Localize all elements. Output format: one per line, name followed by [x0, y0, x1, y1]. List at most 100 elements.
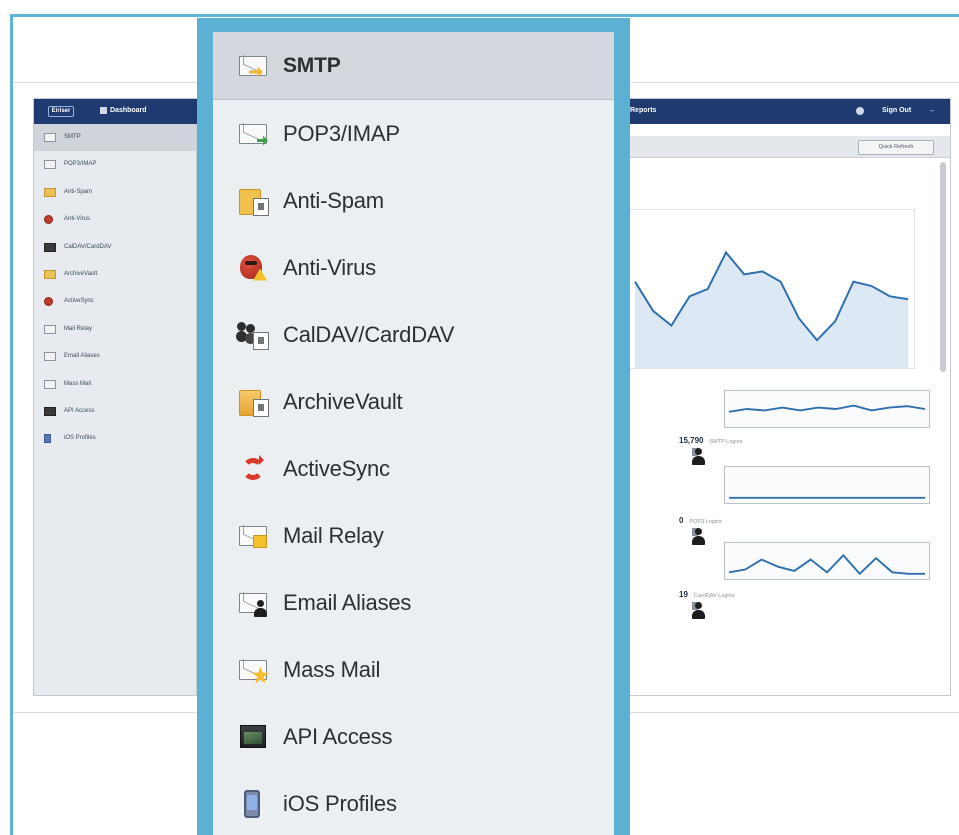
app-sidebar-label: Mail Relay [64, 325, 93, 332]
sign-out-arrow-icon: → [928, 107, 935, 114]
sync-icon [44, 297, 53, 307]
menu-item-anti-virus[interactable]: Anti-Virus [213, 234, 614, 301]
menu-item-label: Mail Relay [283, 522, 384, 548]
phone-icon [44, 434, 51, 444]
app-sidebar-label: API Access [64, 407, 95, 414]
menu-item-label: POP3/IMAP [283, 120, 400, 146]
app-sidebar-label: iOS Profiles [64, 435, 96, 442]
app-sidebar-label: Anti-Spam [64, 188, 93, 195]
relay-icon [44, 324, 56, 334]
menu-item-mail-relay[interactable]: Mail Relay [213, 502, 614, 569]
app-sidebar-label: ArchiveVault [64, 270, 98, 277]
ios-profiles-icon [237, 789, 271, 819]
app-sidebar-item-pop3[interactable]: POP3/IMAP [34, 151, 196, 178]
menu-item-label: CalDAV/CardDAV [283, 321, 455, 347]
smtp-logins-mini-chart [724, 390, 930, 428]
app-sidebar-label: Anti-Virus [64, 216, 90, 223]
pop3-envelope-icon [44, 160, 56, 170]
app-sidebar-label: SMTP [64, 134, 81, 140]
user-icon [692, 448, 705, 465]
smtp-icon [237, 51, 271, 81]
carddav-logins-label: CardDAV Logins [693, 593, 735, 599]
scrollbar[interactable] [940, 162, 946, 372]
menu-item-label: Anti-Spam [283, 187, 384, 213]
carddav-logins-stat: 19 CardDAV Logins [675, 590, 735, 619]
app-sidebar-item-email-aliases[interactable]: Email Aliases [34, 343, 196, 370]
mini-trend-2-line [728, 553, 926, 576]
menu-item-mass-mail[interactable]: Mass Mail [213, 636, 614, 703]
reports-link[interactable]: Reports [630, 107, 656, 114]
bug-icon [44, 215, 53, 225]
sign-out-link[interactable]: Sign Out [882, 107, 911, 114]
terminal-icon [44, 406, 56, 416]
app-sidebar-label: Email Aliases [64, 353, 100, 360]
smtp-logins-value: 15,790 [679, 436, 704, 445]
email-aliases-icon [237, 588, 271, 618]
carddav-logins-value: 19 [679, 590, 688, 599]
smtp-logins-label: SMTP Logins [709, 439, 743, 445]
pop3-logins-label: POP3 Logins [689, 519, 722, 525]
app-sidebar-item-mail-relay[interactable]: Mail Relay [34, 316, 196, 343]
quick-refresh-button[interactable]: Quick Refresh [858, 140, 934, 155]
app-sidebar-item-activesync[interactable]: ActiveSync [34, 288, 196, 315]
menu-item-active-sync[interactable]: ActiveSync [213, 435, 614, 502]
menu-item-label: Anti-Virus [283, 254, 376, 280]
alias-icon [44, 352, 56, 362]
active-sync-icon [237, 454, 271, 484]
mail-relay-icon [237, 521, 271, 551]
carddav-logins-mini-chart [724, 542, 930, 580]
menu-item-label: iOS Profiles [283, 790, 397, 816]
archive-vault-icon [237, 387, 271, 417]
menu-item-label: Mass Mail [283, 656, 381, 682]
api-access-icon [237, 722, 271, 752]
app-sidebar-item-smtp[interactable]: SMTP [34, 124, 196, 152]
mass-mail-icon [44, 379, 56, 389]
pop3-logins-mini-chart [724, 466, 930, 504]
app-sidebar-item-archive[interactable]: ArchiveVault [34, 261, 196, 288]
menu-item-label: ActiveSync [283, 455, 390, 481]
app-sidebar: SMTP POP3/IMAP Anti-Spam Anti-Virus CalD… [34, 124, 197, 695]
menu-item-label: SMTP [283, 53, 341, 77]
app-sidebar-item-anti-spam[interactable]: Anti-Spam [34, 179, 196, 206]
folder-icon [44, 187, 56, 197]
archive-icon [44, 269, 56, 279]
trend-area [634, 252, 909, 368]
menu-item-pop3-imap[interactable]: POP3/IMAP [213, 100, 614, 167]
mini-trend-0-line [728, 404, 926, 413]
app-sidebar-item-mass-mail[interactable]: Mass Mail [34, 371, 196, 398]
dashboard-link[interactable]: Dashboard [100, 107, 147, 114]
app-logo[interactable]: Eiriser [48, 106, 74, 117]
logins-trend-chart [628, 209, 915, 369]
pop3-logins-value: 0 [679, 516, 684, 525]
app-sidebar-item-anti-virus[interactable]: Anti-Virus [34, 206, 196, 233]
app-sidebar-label: CalDAV/CardDAV [64, 243, 112, 250]
app-sidebar-label: ActiveSync [64, 298, 94, 305]
menu-item-ios-profiles[interactable]: iOS Profiles [213, 770, 614, 835]
anti-spam-icon [237, 186, 271, 216]
user-icon [692, 602, 705, 619]
app-sidebar-item-api-access[interactable]: API Access [34, 398, 196, 425]
app-sidebar-item-ios-profiles[interactable]: iOS Profiles [34, 425, 196, 452]
menu-item-email-aliases[interactable]: Email Aliases [213, 569, 614, 636]
menu-item-caldav-carddav[interactable]: CalDAV/CardDAV [213, 301, 614, 368]
smtp-envelope-icon [44, 133, 56, 142]
menu-item-label: API Access [283, 723, 393, 749]
menu-item-label: ArchiveVault [283, 388, 403, 414]
menu-item-anti-spam[interactable]: Anti-Spam [213, 167, 614, 234]
help-icon[interactable] [856, 107, 864, 115]
menu-item-archive-vault[interactable]: ArchiveVault [213, 368, 614, 435]
smtp-logins-stat: 15,790 SMTP Logins [675, 436, 743, 465]
pop3-logins-stat: 0 POP3 Logins [675, 516, 722, 545]
service-menu: SMTP POP3/IMAP Anti-Spam Anti-Virus CalD… [213, 32, 614, 835]
menu-item-label: Email Aliases [283, 589, 412, 615]
app-sidebar-label: Mass Mail [64, 380, 92, 387]
user-icon [692, 528, 705, 545]
mass-mail-icon [237, 655, 271, 685]
menu-item-api-access[interactable]: API Access [213, 703, 614, 770]
service-menu-panel: SMTP POP3/IMAP Anti-Spam Anti-Virus CalD… [197, 18, 630, 835]
contacts-icon [44, 242, 56, 252]
app-sidebar-item-caldav[interactable]: CalDAV/CardDAV [34, 234, 196, 261]
app-sidebar-label: POP3/IMAP [64, 161, 97, 168]
menu-item-smtp[interactable]: SMTP [213, 32, 614, 100]
caldav-carddav-icon [237, 320, 271, 350]
